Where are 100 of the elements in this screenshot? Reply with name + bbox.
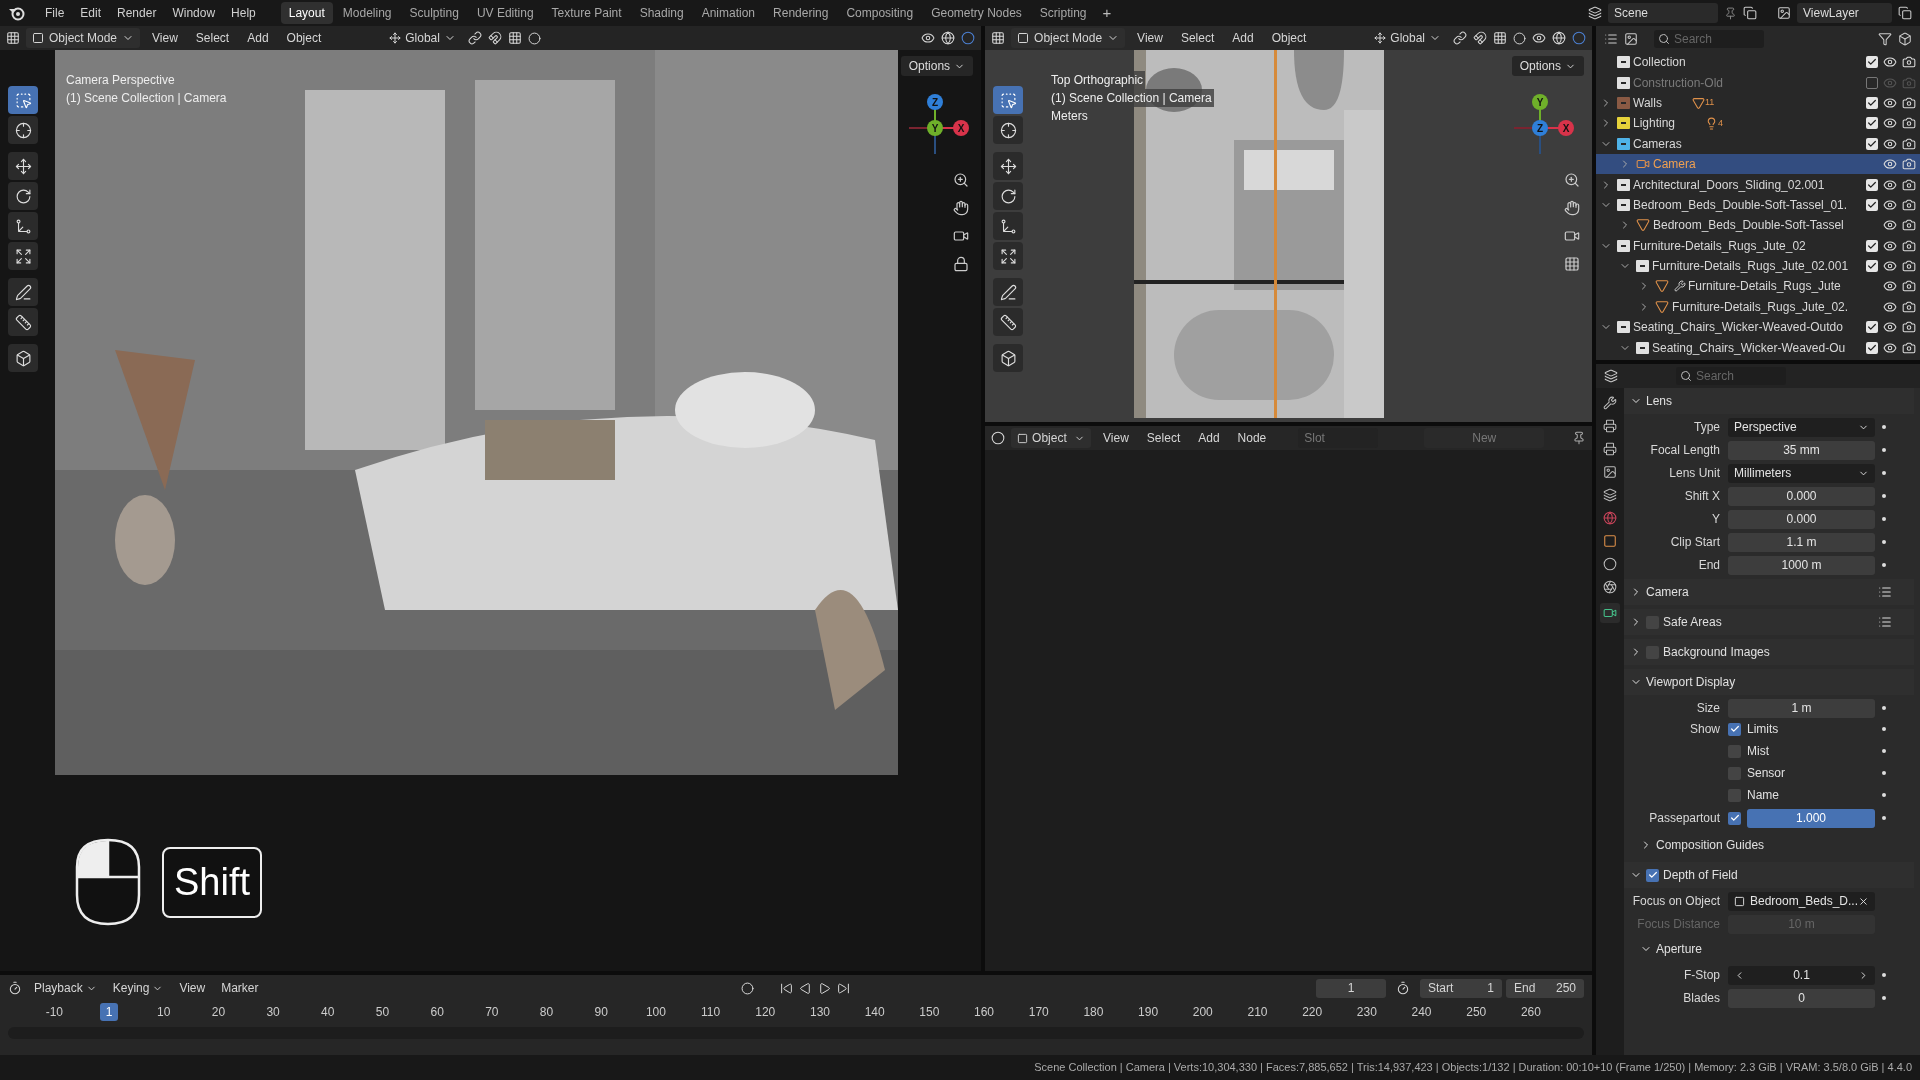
play-reverse-icon[interactable] (798, 981, 812, 995)
number-field[interactable]: 1.1 m (1728, 532, 1875, 552)
logo-icon[interactable] (8, 5, 26, 21)
scene-icon[interactable] (1588, 6, 1602, 20)
checkbox[interactable] (1728, 788, 1741, 802)
checkbox[interactable] (1866, 117, 1878, 130)
eye-icon[interactable] (1883, 116, 1897, 131)
outliner-row[interactable]: Furniture-Details_Rugs_Jute (1596, 276, 1920, 297)
eye-icon[interactable] (1883, 197, 1897, 212)
pin-icon[interactable] (1724, 6, 1737, 20)
copy-icon[interactable] (1898, 6, 1912, 20)
visibility-icon[interactable] (1532, 31, 1546, 45)
move-icon[interactable] (8, 152, 38, 180)
menu-item[interactable]: View (146, 29, 184, 47)
checkbox[interactable] (1866, 76, 1878, 89)
world-tab-icon[interactable] (1603, 511, 1617, 525)
measure-icon[interactable] (8, 308, 38, 336)
solid-shading-icon[interactable] (1572, 31, 1586, 45)
current-frame-field[interactable]: 1 (1316, 978, 1386, 998)
presets-icon[interactable] (1878, 585, 1892, 599)
checkbox[interactable] (1728, 766, 1741, 780)
checkbox[interactable] (1866, 56, 1878, 69)
outliner-row[interactable]: Collection (1596, 52, 1920, 73)
number-field[interactable]: 1000 m (1728, 555, 1875, 575)
checkbox[interactable] (1728, 722, 1741, 736)
annotate-icon[interactable] (8, 278, 38, 306)
add-cube-icon[interactable] (8, 344, 38, 372)
add-workspace-button[interactable]: + (1096, 1, 1118, 25)
workspace-tab[interactable]: Rendering (765, 2, 837, 24)
axis-label[interactable]: Y (927, 120, 943, 136)
axis-label[interactable]: Z (927, 94, 943, 110)
outliner-row[interactable]: Camera (1596, 153, 1920, 175)
scene-tab-icon[interactable] (1603, 488, 1617, 502)
start-frame-field[interactable]: Start 1 (1420, 978, 1502, 998)
render-icon[interactable] (1902, 238, 1916, 253)
menu-item[interactable]: Marker (217, 979, 263, 997)
render-icon[interactable] (1902, 320, 1916, 335)
menu-item[interactable]: File (38, 4, 72, 22)
mode-dropdown[interactable]: Object Mode (26, 28, 141, 48)
render-tab-icon[interactable] (1603, 419, 1617, 433)
outliner-row[interactable]: Seating_Chairs_Wicker-Weaved-Ou (1596, 337, 1920, 358)
editor-type-icon[interactable] (1604, 369, 1618, 383)
workspace-tab[interactable]: Animation (693, 2, 764, 24)
rotate-icon[interactable] (993, 182, 1024, 210)
editor-type-icon[interactable] (8, 981, 22, 995)
number-field[interactable]: 0.1 (1728, 965, 1875, 985)
solid-shading-icon[interactable] (961, 31, 976, 45)
tool-tab-icon[interactable] (1603, 396, 1617, 410)
frame-number[interactable]: 1 (99, 1003, 119, 1021)
wireframe-shading-icon[interactable] (941, 31, 956, 45)
record-icon[interactable] (740, 981, 754, 995)
hand-icon[interactable] (1564, 200, 1580, 216)
panel-title[interactable]: Lens (1646, 392, 1673, 410)
zoom-icon[interactable] (1564, 172, 1580, 188)
snap-icon[interactable] (487, 31, 502, 45)
outliner-row[interactable]: Bedroom_Beds_Double-Soft-Tassel (1596, 215, 1920, 236)
cursor-icon[interactable] (993, 116, 1024, 144)
presets-icon[interactable] (1878, 615, 1892, 629)
menu-item[interactable]: View (1131, 29, 1169, 47)
scale-icon[interactable] (8, 212, 38, 240)
options-button[interactable]: Options (900, 56, 974, 76)
eye-icon[interactable] (1883, 340, 1897, 355)
object-tab-icon[interactable] (1603, 534, 1617, 548)
lock-icon[interactable] (953, 256, 970, 272)
workspace-tab[interactable]: Shading (631, 2, 692, 24)
outliner-row[interactable]: Bedroom_Beds_Double-Soft-Tassel_01. (1596, 194, 1920, 216)
eye-icon[interactable] (1883, 95, 1897, 110)
annotate-icon[interactable] (993, 278, 1024, 306)
eye-icon[interactable] (1883, 320, 1897, 335)
workspace-tab[interactable]: Layout (280, 2, 333, 24)
menu-item[interactable]: Add (241, 29, 275, 47)
dropdown[interactable]: Millimeters (1728, 463, 1875, 483)
pin-icon[interactable] (1572, 431, 1586, 445)
number-field[interactable]: 0 (1728, 988, 1875, 1008)
camera-view-icon[interactable] (1564, 228, 1580, 244)
menu-item[interactable]: Node (1231, 429, 1273, 447)
checkbox[interactable] (1866, 341, 1878, 354)
panel-title[interactable]: Camera (1646, 583, 1689, 601)
checkbox[interactable] (1646, 868, 1659, 882)
render-icon[interactable] (1902, 157, 1916, 172)
select-box-icon[interactable] (993, 86, 1024, 114)
workspace-tab[interactable]: Modeling (334, 2, 400, 24)
eye-icon[interactable] (1883, 136, 1897, 151)
menu-item[interactable]: Object (1265, 29, 1313, 47)
scale-icon[interactable] (993, 212, 1024, 240)
scene-field[interactable]: Scene (1608, 3, 1718, 23)
visibility-icon[interactable] (921, 31, 936, 45)
slot-dropdown[interactable]: Slot (1298, 428, 1379, 448)
hand-icon[interactable] (953, 200, 970, 216)
workspace-tab[interactable]: UV Editing (468, 2, 542, 24)
outliner-row[interactable]: Seating_Chairs_Wicker-Weaved-Outdo (1596, 317, 1920, 338)
object-field[interactable]: Bedroom_Beds_D... (1728, 891, 1875, 911)
workspace-tab[interactable]: Scripting (1031, 2, 1095, 24)
checkbox[interactable] (1866, 178, 1878, 191)
workspace-tab[interactable]: Texture Paint (543, 2, 630, 24)
clear-icon[interactable] (1858, 895, 1869, 907)
subpanel-title[interactable]: Composition Guides (1656, 836, 1765, 854)
render-icon[interactable] (1902, 218, 1916, 233)
editor-type-icon[interactable] (6, 31, 20, 45)
outliner-row[interactable]: Furniture-Details_Rugs_Jute_02 (1596, 235, 1920, 256)
